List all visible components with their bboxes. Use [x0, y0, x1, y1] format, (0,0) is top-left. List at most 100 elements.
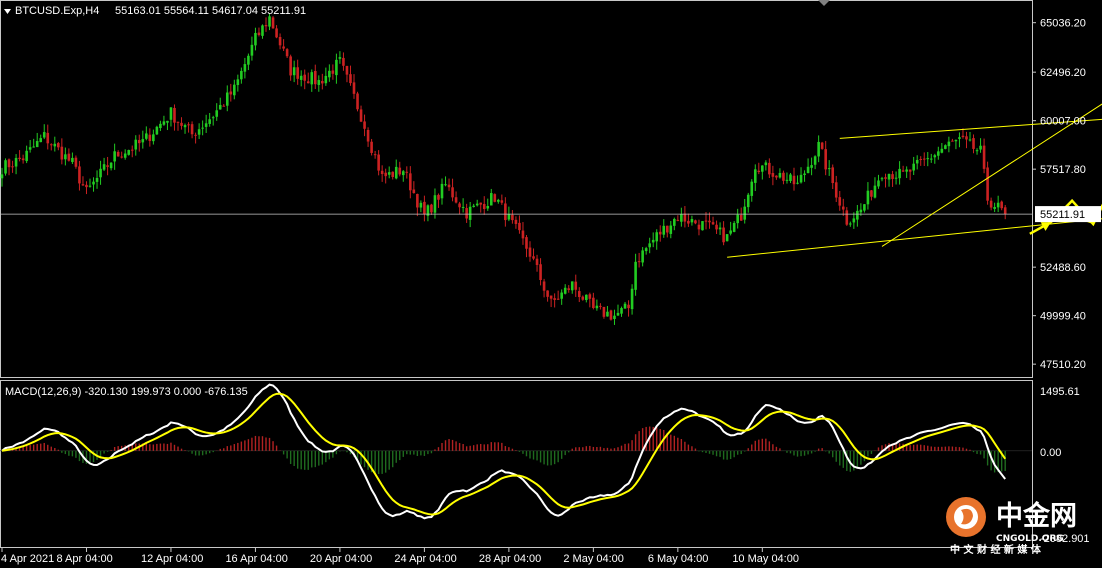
candle-body — [753, 169, 757, 183]
candle-body — [229, 91, 233, 95]
candle-body — [78, 166, 81, 184]
candle-body — [338, 57, 342, 59]
candle-body — [236, 79, 240, 86]
candle-body — [996, 202, 1000, 208]
candle-body — [106, 165, 109, 167]
candle-body — [166, 120, 169, 123]
candle-body — [588, 294, 592, 299]
candle-body — [352, 82, 356, 94]
candle-body — [743, 206, 747, 220]
candle-body — [919, 158, 923, 160]
candle-body — [345, 65, 349, 75]
candle-body — [982, 145, 986, 169]
candle-body — [0, 174, 4, 179]
candle-body — [595, 305, 599, 309]
candle-body — [67, 153, 71, 161]
trading-chart[interactable]: BTCUSD.Exp,H4 55163.01 55564.11 54617.04… — [0, 0, 1102, 568]
candle-body — [592, 297, 595, 308]
candle-body — [81, 184, 85, 186]
candle-body — [792, 175, 796, 185]
candle-body — [134, 139, 138, 150]
candle-body — [683, 213, 687, 222]
candle-body — [880, 178, 884, 180]
candle-body — [201, 127, 204, 129]
candle-body — [785, 179, 789, 181]
candle-body — [324, 75, 328, 84]
candle-body — [965, 136, 968, 140]
candle-body — [412, 189, 416, 194]
candle-body — [757, 170, 761, 172]
candle-body — [482, 203, 486, 210]
candle-body — [39, 138, 43, 143]
candle-body — [328, 70, 331, 78]
candle-body — [7, 159, 11, 168]
candle-body — [447, 184, 451, 188]
candle-body — [870, 190, 873, 197]
candle-body — [247, 55, 250, 65]
candle-body — [570, 281, 574, 291]
candle-body — [419, 202, 423, 208]
candle-body — [834, 182, 838, 198]
brand-en: CNGOLD.ORG — [996, 534, 1064, 544]
candle-body — [444, 184, 447, 186]
candle-body — [690, 218, 694, 223]
collapse-triangle-icon[interactable] — [4, 9, 11, 14]
candle-body — [92, 181, 95, 185]
candle-body — [35, 141, 39, 148]
candle-body — [278, 36, 282, 46]
candle-body — [563, 287, 567, 294]
candle-body — [975, 150, 979, 152]
candle-body — [694, 220, 697, 224]
candle-body — [74, 157, 78, 167]
candle-body — [261, 25, 264, 36]
candle-body — [947, 141, 951, 147]
candle-body — [539, 264, 542, 281]
candle-body — [243, 64, 247, 72]
candle-body — [204, 123, 208, 127]
candle-body — [511, 214, 514, 221]
candle-body — [796, 182, 799, 184]
candle-body — [746, 194, 750, 208]
candle-body — [71, 157, 74, 163]
time-tick-label: 4 Apr 2021 — [1, 553, 54, 565]
candle-body — [409, 173, 412, 191]
candle-body — [676, 219, 680, 221]
candle-body — [187, 124, 190, 126]
candle-body — [461, 206, 465, 208]
candle-body — [275, 28, 278, 38]
candle-body — [989, 200, 993, 208]
candle-body — [180, 122, 183, 126]
candle-body — [803, 173, 806, 176]
candle-body — [799, 174, 803, 183]
candle-body — [841, 206, 845, 210]
candle-body — [820, 142, 824, 149]
candle-body — [437, 194, 440, 200]
candle-body — [18, 157, 21, 160]
candle-body — [599, 305, 602, 307]
candle-body — [289, 56, 292, 76]
price-panel-frame — [0, 0, 1033, 378]
candle-body — [761, 165, 764, 172]
candle-body — [21, 158, 25, 161]
candle-body — [310, 72, 314, 85]
candle-body — [958, 137, 961, 139]
candle-body — [215, 110, 219, 117]
candle-body — [806, 166, 810, 174]
candle-body — [222, 105, 226, 107]
candle-body — [64, 154, 67, 160]
candle-body — [162, 121, 166, 125]
candle-body — [292, 67, 296, 76]
candle-body — [993, 207, 996, 209]
candle-body — [937, 151, 940, 156]
candle-body — [549, 295, 553, 299]
time-axis: 4 Apr 2021 8 Apr 04:00 12 Apr 04:00 16 Apr … — [1, 548, 799, 565]
candle-body — [282, 46, 285, 49]
candle-body — [623, 303, 627, 309]
candle-body — [11, 166, 14, 168]
time-tick-label: 28 Apr 04:00 — [479, 553, 541, 565]
candle-body — [4, 160, 7, 174]
candle-body — [380, 170, 384, 175]
candle-body — [475, 203, 479, 206]
candle-body — [553, 298, 556, 300]
candle-body — [331, 70, 335, 74]
